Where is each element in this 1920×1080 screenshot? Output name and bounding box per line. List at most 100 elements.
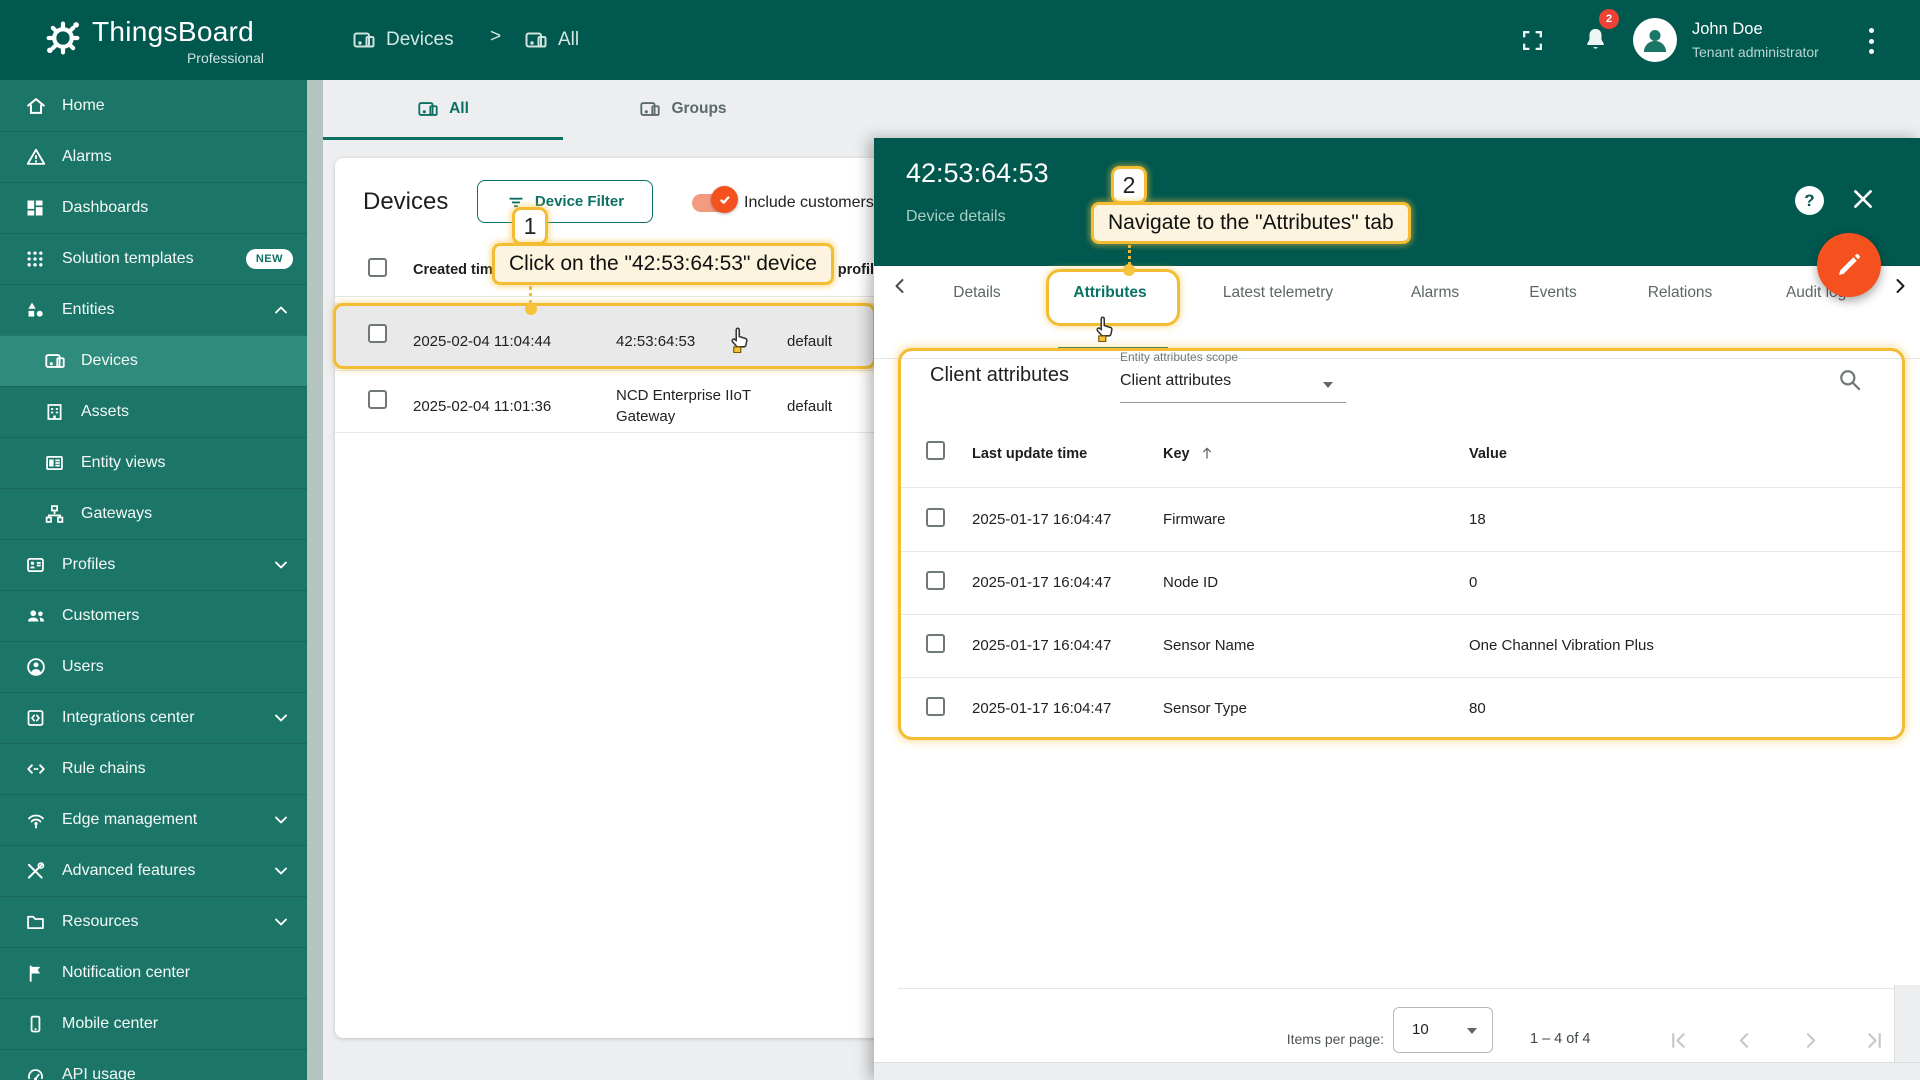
breadcrumb-label: Devices <box>386 29 454 50</box>
scope-select-label: Entity attributes scope <box>1120 350 1239 364</box>
notifications-bell-button[interactable] <box>1581 25 1610 54</box>
select-all-attributes-checkbox[interactable] <box>926 441 945 460</box>
sidebar-item-notification-center[interactable]: Notification center <box>0 947 307 998</box>
cell-device-profile: default <box>787 398 833 415</box>
toggle-check-icon[interactable] <box>711 186 738 213</box>
sidebar-item-label: Home <box>62 96 105 114</box>
help-icon[interactable]: ? <box>1795 186 1824 215</box>
sidebar-item-devices[interactable]: Devices <box>0 335 307 386</box>
column-header-created-time[interactable]: Created time <box>413 262 501 278</box>
sidebar-item-integrations-center[interactable]: Integrations center <box>0 692 307 743</box>
device-filter-button[interactable]: Device Filter <box>477 180 653 223</box>
device-icon <box>524 28 548 52</box>
row-checkbox[interactable] <box>926 697 945 716</box>
profiles-icon <box>25 555 46 576</box>
select-all-checkbox[interactable] <box>368 258 387 277</box>
previous-page-button[interactable] <box>1732 1028 1757 1053</box>
sidebar-scrollbar[interactable] <box>307 80 323 1080</box>
tab-events[interactable]: Events <box>1529 284 1576 302</box>
sidebar-item-label: Alarms <box>62 148 112 165</box>
cell-key: Firmware <box>1163 511 1226 528</box>
sidebar-item-users[interactable]: Users <box>0 641 307 692</box>
assets-icon <box>44 402 65 423</box>
sidebar-item-customers[interactable]: Customers <box>0 590 307 641</box>
sidebar-item-label: Customers <box>62 607 140 624</box>
row-checkbox[interactable] <box>926 571 945 590</box>
mobile-icon <box>25 1014 46 1035</box>
sidebar-item-advanced-features[interactable]: Advanced features <box>0 845 307 896</box>
tab-details[interactable]: Details <box>953 284 1000 302</box>
tabs-scroll-right-button[interactable] <box>1888 274 1912 298</box>
tab-relations[interactable]: Relations <box>1648 284 1713 302</box>
sidebar-item-entity-views[interactable]: Entity views <box>0 437 307 488</box>
cell-value: 0 <box>1469 574 1478 591</box>
close-icon[interactable] <box>1849 185 1877 213</box>
device-filter-label: Device Filter <box>534 193 625 210</box>
column-header-key[interactable]: Key <box>1163 446 1190 462</box>
sidebar-item-label: Mobile center <box>62 1015 159 1032</box>
entities-icon <box>25 300 46 321</box>
tab-attributes[interactable]: Attributes <box>1073 284 1146 302</box>
user-avatar[interactable] <box>1633 18 1677 62</box>
logo-title: ThingsBoard <box>92 16 255 47</box>
sort-asc-icon[interactable] <box>1199 445 1215 461</box>
sidebar-item-assets[interactable]: Assets <box>0 386 307 437</box>
fullscreen-button[interactable] <box>1520 28 1545 53</box>
sidebar-item-dashboards[interactable]: Dashboards <box>0 182 307 233</box>
tab-groups[interactable]: Groups <box>563 80 803 137</box>
search-icon[interactable] <box>1836 366 1863 393</box>
page-size-select[interactable]: 10 <box>1393 1007 1493 1053</box>
sidebar-item-entities[interactable]: Entities <box>0 284 307 335</box>
user-menu-kebab-button[interactable] <box>1864 26 1878 56</box>
sidebar-item-edge-management[interactable]: Edge management <box>0 794 307 845</box>
row-checkbox[interactable] <box>926 634 945 653</box>
edit-device-fab[interactable] <box>1817 233 1881 297</box>
sidebar-item-resources[interactable]: Resources <box>0 896 307 947</box>
user-role: Tenant administrator <box>1692 44 1819 60</box>
tabs-scroll-left-button[interactable] <box>888 274 912 298</box>
last-page-button[interactable] <box>1862 1028 1887 1053</box>
row-checkbox[interactable] <box>368 390 387 409</box>
sidebar-item-label: Gateways <box>81 505 153 522</box>
tab-latest-telemetry[interactable]: Latest telemetry <box>1223 284 1333 302</box>
column-header-last-update-time[interactable]: Last update time <box>972 446 1087 462</box>
sidebar-item-label: Solution templates <box>62 250 194 267</box>
sidebar-item-solution-templates[interactable]: Solution templates NEW <box>0 233 307 284</box>
row-checkbox[interactable] <box>368 324 387 343</box>
tab-alarms[interactable]: Alarms <box>1411 284 1459 302</box>
sidebar-item-label: Entity views <box>81 454 166 471</box>
sidebar-item-home[interactable]: Home <box>0 80 307 131</box>
entity-views-icon <box>44 453 65 474</box>
sidebar-item-label: API usage <box>62 1066 136 1080</box>
cell-last-update-time: 2025-01-17 16:04:47 <box>972 637 1112 654</box>
first-page-button[interactable] <box>1666 1028 1691 1053</box>
breadcrumb-devices[interactable]: Devices <box>352 0 454 80</box>
sidebar-item-label: Users <box>62 658 104 675</box>
edge-antenna-icon <box>25 809 47 831</box>
column-header-value[interactable]: Value <box>1469 446 1507 462</box>
sidebar-item-alarms[interactable]: Alarms <box>0 131 307 182</box>
cell-key: Sensor Type <box>1163 700 1247 717</box>
scope-select[interactable]: Client attributes <box>1120 372 1231 390</box>
breadcrumb-all[interactable]: All <box>524 0 579 80</box>
next-page-button[interactable] <box>1798 1028 1823 1053</box>
sidebar-item-label: Notification center <box>62 964 191 981</box>
sidebar-item-gateways[interactable]: Gateways <box>0 488 307 539</box>
tab-all[interactable]: All <box>323 80 563 137</box>
cell-value: 80 <box>1469 700 1486 717</box>
chevron-down-icon <box>1323 382 1333 388</box>
sidebar-item-profiles[interactable]: Profiles <box>0 539 307 590</box>
home-icon <box>25 95 47 117</box>
sidebar-item-label: Profiles <box>62 556 116 573</box>
pagination-range: 1 – 4 of 4 <box>1530 1031 1591 1047</box>
sidebar-item-api-usage[interactable]: API usage <box>0 1049 307 1080</box>
row-checkbox[interactable] <box>926 508 945 527</box>
sidebar-item-rule-chains[interactable]: Rule chains <box>0 743 307 794</box>
alarm-icon <box>25 146 47 168</box>
gauge-icon <box>25 1065 46 1080</box>
sidebar-item-mobile-center[interactable]: Mobile center <box>0 998 307 1049</box>
user-name: John Doe <box>1692 20 1763 38</box>
cell-device-profile: default <box>787 333 833 350</box>
thingsboard-app: ThingsBoard Professional Devices > All 2… <box>0 0 1920 1080</box>
tab-all-label: All <box>449 99 469 117</box>
